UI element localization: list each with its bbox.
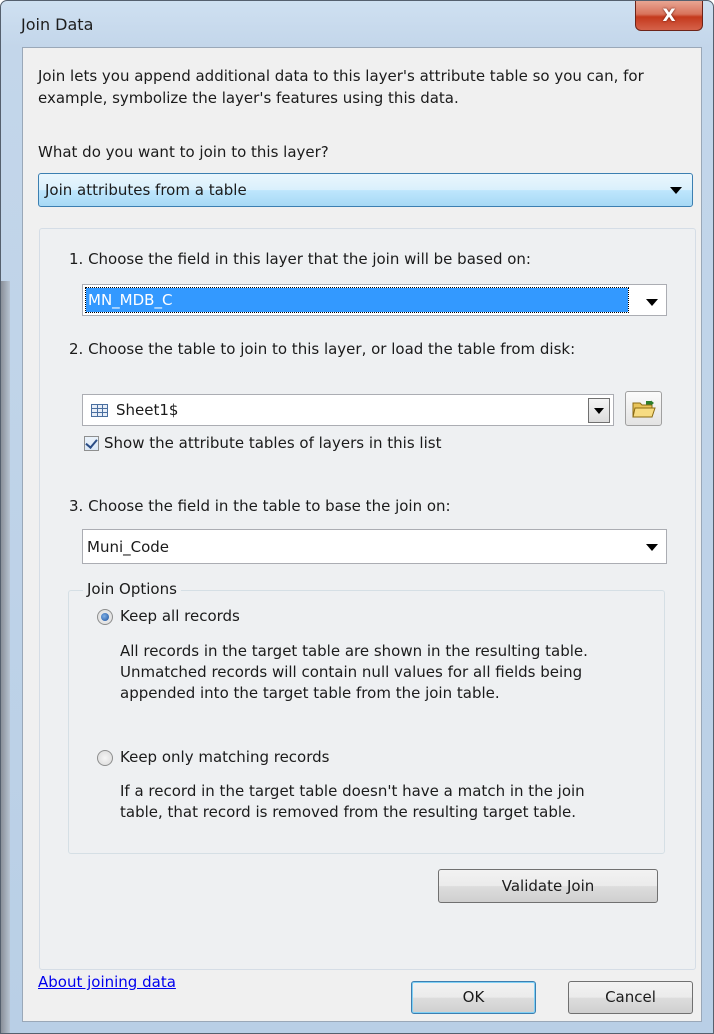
join-field-value: Muni_Code (87, 538, 170, 556)
open-folder-icon (632, 400, 656, 418)
chevron-down-icon (646, 299, 658, 306)
join-table-value: Sheet1$ (116, 401, 179, 419)
step1-label: 1. Choose the field in this layer that t… (69, 250, 531, 268)
validate-join-button[interactable]: Validate Join (438, 869, 658, 903)
keep-all-records-radio[interactable] (97, 609, 113, 625)
description-line: Unmatched records will contain null valu… (120, 663, 583, 681)
chevron-down-icon (670, 187, 682, 194)
chevron-down-icon (646, 544, 658, 551)
close-button[interactable]: X (635, 1, 703, 31)
join-question-label: What do you want to join to this layer? (38, 143, 329, 161)
layer-field-value: MN_MDB_C (85, 287, 629, 313)
close-icon: X (662, 5, 676, 26)
description-line: appended into the target table from the … (120, 684, 500, 702)
radio-selected-dot (101, 613, 109, 621)
dialog-title: Join Data (21, 15, 94, 34)
checkmark-icon (85, 436, 98, 449)
keep-matching-records-radio[interactable] (97, 750, 113, 766)
description-line: If a record in the target table doesn't … (120, 782, 585, 800)
intro-text: Join lets you append additional data to … (38, 67, 644, 107)
ok-button[interactable]: OK (411, 981, 536, 1014)
step3-label: 3. Choose the field in the table to base… (69, 497, 451, 515)
show-attribute-tables-checkbox[interactable] (84, 436, 99, 451)
join-table-dropdown[interactable]: Sheet1$ (82, 394, 614, 426)
join-options-group: Join Options Keep all records All record… (68, 580, 665, 854)
step2-label: 2. Choose the table to join to this laye… (69, 340, 576, 358)
keep-matching-records-label[interactable]: Keep only matching records (120, 748, 329, 766)
validate-join-label: Validate Join (501, 877, 595, 895)
keep-matching-records-description: If a record in the target table doesn't … (120, 781, 585, 823)
window-shadow (1, 281, 10, 1033)
description-line: table, that record is removed from the r… (120, 803, 577, 821)
browse-table-button[interactable] (625, 391, 662, 426)
join-options-legend: Join Options (83, 580, 181, 598)
cancel-button[interactable]: Cancel (568, 981, 693, 1014)
table-icon (91, 404, 108, 417)
about-joining-data-link[interactable]: About joining data (38, 973, 176, 991)
show-attribute-tables-label: Show the attribute tables of layers in t… (104, 434, 442, 452)
keep-all-records-description: All records in the target table are show… (120, 641, 588, 704)
join-table-dropdown-button[interactable] (588, 398, 610, 423)
join-settings-panel: 1. Choose the field in this layer that t… (39, 228, 696, 970)
join-field-dropdown[interactable]: Muni_Code (82, 529, 667, 564)
title-bar[interactable]: Join Data X (1, 1, 713, 47)
join-data-dialog: Join Data X Join lets you append additio… (0, 0, 714, 1034)
dialog-body: Join lets you append additional data to … (22, 47, 702, 1022)
keep-all-records-label[interactable]: Keep all records (120, 607, 240, 625)
join-type-value: Join attributes from a table (45, 181, 247, 199)
cancel-label: Cancel (605, 988, 656, 1006)
join-type-dropdown[interactable]: Join attributes from a table (38, 173, 693, 207)
layer-field-dropdown[interactable]: MN_MDB_C (82, 284, 667, 316)
ok-label: OK (462, 988, 485, 1006)
description-line: All records in the target table are show… (120, 642, 588, 660)
chevron-down-icon (594, 408, 604, 414)
